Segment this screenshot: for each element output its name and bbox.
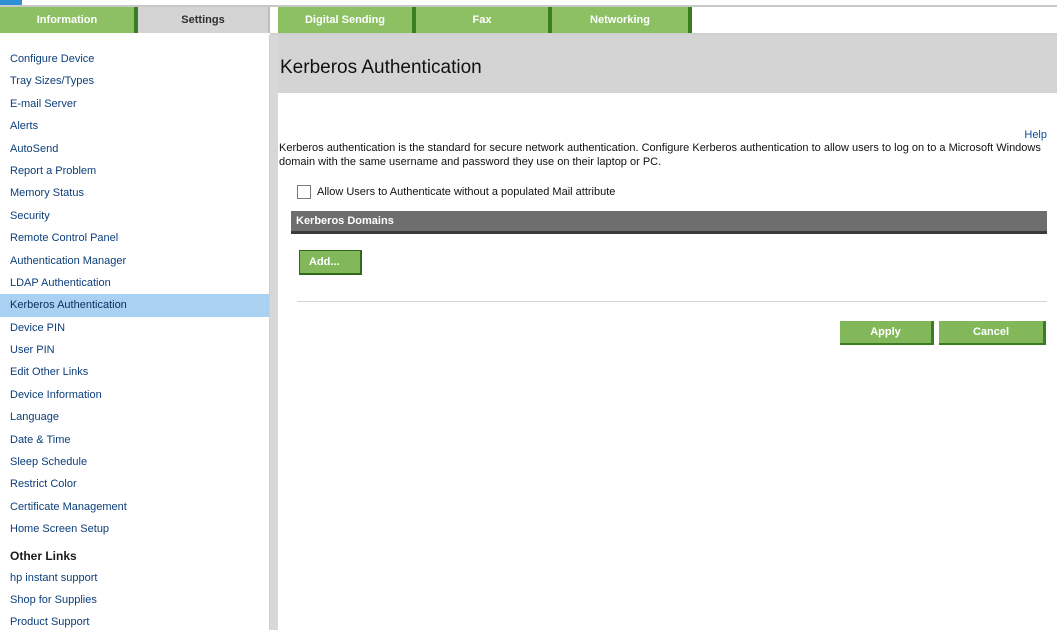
sidebar-item-device-information[interactable]: Device Information <box>0 384 269 406</box>
allow-auth-option: Allow Users to Authenticate without a po… <box>297 185 615 199</box>
sidebar-item-ldap-authentication[interactable]: LDAP Authentication <box>0 272 269 294</box>
sidebar-item-alerts[interactable]: Alerts <box>0 115 269 137</box>
sidebar-item-memory-status[interactable]: Memory Status <box>0 182 269 204</box>
sidebar-item-autosend[interactable]: AutoSend <box>0 138 269 160</box>
sidebar-item-language[interactable]: Language <box>0 406 269 428</box>
cancel-button[interactable]: Cancel <box>939 321 1046 345</box>
sidebar: Configure Device Tray Sizes/Types E-mail… <box>0 35 278 630</box>
sidebar-item-remote-control-panel[interactable]: Remote Control Panel <box>0 227 269 249</box>
sidebar-item-sleep-schedule[interactable]: Sleep Schedule <box>0 451 269 473</box>
section-divider <box>297 301 1047 302</box>
page-title-band: Kerberos Authentication <box>278 35 1057 93</box>
help-link[interactable]: Help <box>1024 129 1047 141</box>
sidebar-item-user-pin[interactable]: User PIN <box>0 339 269 361</box>
sidebar-panel: Configure Device Tray Sizes/Types E-mail… <box>0 35 270 630</box>
tab-information[interactable]: Information <box>0 7 138 33</box>
kerberos-domains-header: Kerberos Domains <box>291 211 1047 234</box>
sidebar-item-certificate-management[interactable]: Certificate Management <box>0 496 269 518</box>
tab-bar: Information Settings Digital Sending Fax… <box>0 7 1057 35</box>
sidebar-item-device-pin[interactable]: Device PIN <box>0 317 269 339</box>
sidebar-nav: Configure Device Tray Sizes/Types E-mail… <box>0 35 269 630</box>
other-links-heading: Other Links <box>10 548 77 563</box>
allow-auth-checkbox[interactable] <box>297 185 311 199</box>
sidebar-item-restrict-color[interactable]: Restrict Color <box>0 473 269 495</box>
sidebar-item-configure-device[interactable]: Configure Device <box>0 48 269 70</box>
tab-digital-sending[interactable]: Digital Sending <box>278 7 416 33</box>
sidebar-item-authentication-manager[interactable]: Authentication Manager <box>0 250 269 272</box>
other-link-hp-instant-support[interactable]: hp instant support <box>0 567 269 589</box>
tab-settings[interactable]: Settings <box>138 7 270 33</box>
other-link-product-support[interactable]: Product Support <box>0 611 269 630</box>
other-link-shop-for-supplies[interactable]: Shop for Supplies <box>0 589 269 611</box>
tab-fax[interactable]: Fax <box>416 7 552 33</box>
tab-networking[interactable]: Networking <box>552 7 692 33</box>
sidebar-item-edit-other-links[interactable]: Edit Other Links <box>0 361 269 383</box>
add-domain-button[interactable]: Add... <box>299 250 362 275</box>
sidebar-item-security[interactable]: Security <box>0 205 269 227</box>
sidebar-item-kerberos-authentication[interactable]: Kerberos Authentication <box>0 294 269 317</box>
apply-button[interactable]: Apply <box>840 321 934 345</box>
sidebar-item-report-a-problem[interactable]: Report a Problem <box>0 160 269 182</box>
sidebar-item-date-time[interactable]: Date & Time <box>0 429 269 451</box>
sidebar-item-tray-sizes-types[interactable]: Tray Sizes/Types <box>0 70 269 92</box>
allow-auth-checkbox-label[interactable]: Allow Users to Authenticate without a po… <box>317 186 615 198</box>
page-description: Kerberos authentication is the standard … <box>279 142 1041 168</box>
page-title: Kerberos Authentication <box>280 57 482 78</box>
sidebar-item-home-screen-setup[interactable]: Home Screen Setup <box>0 518 269 540</box>
main-content: Kerberos Authentication Help Kerberos au… <box>278 35 1057 630</box>
sidebar-item-email-server[interactable]: E-mail Server <box>0 93 269 115</box>
